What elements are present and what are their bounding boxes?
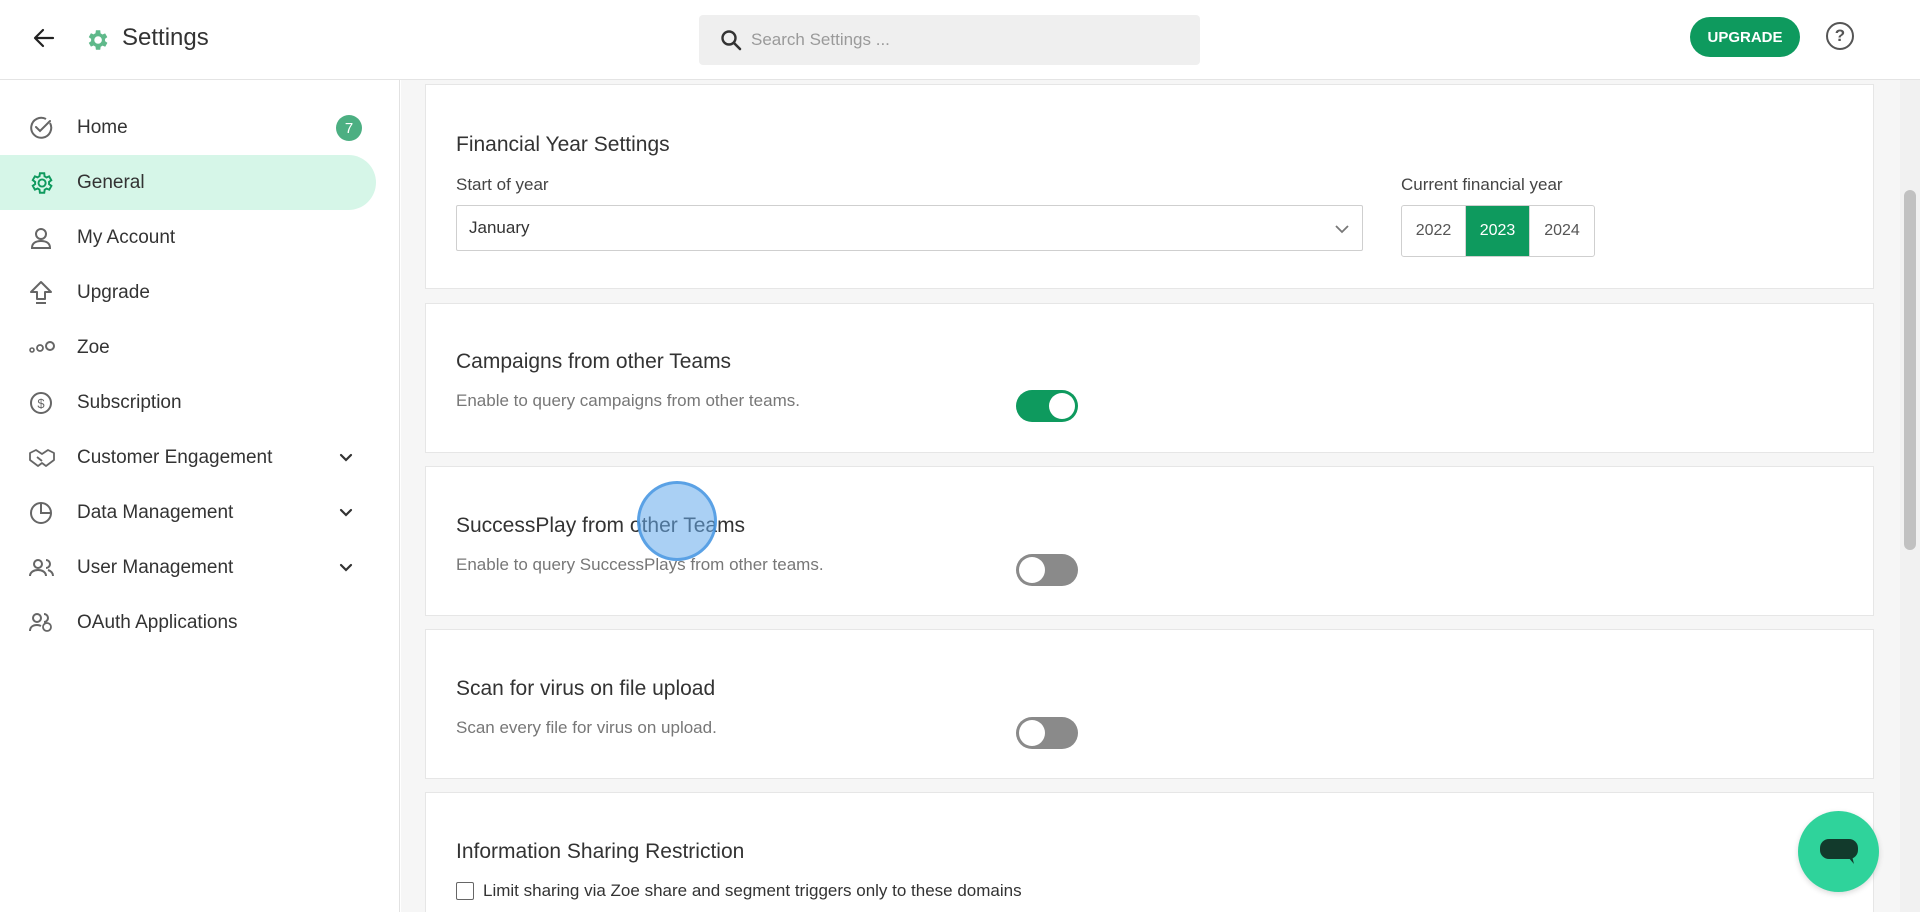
gear-icon [28, 170, 54, 196]
sidebar-item-data-management[interactable]: Data Management [0, 485, 376, 540]
card-description: Enable to query SuccessPlays from other … [456, 555, 824, 574]
chat-button[interactable] [1798, 811, 1879, 892]
toggle-knob [1049, 393, 1075, 419]
sidebar-item-upgrade[interactable]: Upgrade [0, 265, 376, 320]
person-icon [28, 225, 54, 251]
sidebar-item-user-management[interactable]: User Management [0, 540, 376, 595]
sidebar-item-label: Subscription [77, 391, 182, 413]
sidebar-item-label: General [77, 171, 145, 193]
card-title: Information Sharing Restriction [456, 840, 745, 863]
oauth-users-icon [28, 610, 54, 636]
search-bar[interactable] [699, 15, 1200, 65]
card-description: Scan every file for virus on upload. [456, 718, 717, 737]
chevron-down-icon[interactable] [336, 558, 356, 578]
top-header: Settings UPGRADE ? [0, 0, 1920, 80]
card-description: Enable to query campaigns from other tea… [456, 391, 800, 410]
checkbox-label: Limit sharing via Zoe share and segment … [483, 881, 1022, 900]
help-icon[interactable]: ? [1826, 22, 1854, 50]
sidebar-item-label: Data Management [77, 501, 234, 523]
search-input[interactable] [751, 15, 1181, 65]
check-circle-icon [28, 115, 54, 141]
chat-bubble-icon [1819, 838, 1858, 864]
scrollbar-thumb[interactable] [1904, 190, 1916, 550]
handshake-icon [28, 445, 55, 471]
successplay-toggle[interactable] [1016, 554, 1078, 586]
campaigns-card: Campaigns from other Teams Enable to que… [425, 303, 1874, 453]
sidebar-item-oauth-applications[interactable]: OAuth Applications [0, 595, 376, 650]
upgrade-button[interactable]: UPGRADE [1690, 17, 1800, 57]
year-option-2023[interactable]: 2023 [1466, 206, 1530, 256]
toggle-knob [1019, 720, 1045, 746]
sidebar-item-customer-engagement[interactable]: Customer Engagement [0, 430, 376, 485]
chevron-down-icon[interactable] [336, 503, 356, 523]
chevron-down-icon [1332, 219, 1352, 239]
chevron-down-icon[interactable] [336, 448, 356, 468]
click-indicator [637, 481, 717, 561]
card-title: Campaigns from other Teams [456, 350, 732, 373]
sidebar-item-label: Customer Engagement [77, 446, 273, 468]
back-arrow-icon[interactable] [28, 22, 60, 54]
settings-gear-icon [84, 27, 110, 53]
limit-sharing-checkbox[interactable] [456, 882, 474, 900]
scrollbar[interactable] [1900, 80, 1920, 912]
sidebar-item-zoe[interactable]: Zoe [0, 320, 376, 375]
sidebar-item-label: Zoe [77, 336, 110, 358]
financial-year-card: Financial Year Settings Start of year Ja… [425, 84, 1874, 289]
card-title: Scan for virus on file upload [456, 677, 716, 700]
start-of-year-select[interactable]: January [456, 205, 1363, 251]
sidebar-item-label: User Management [77, 556, 234, 578]
upgrade-arrow-icon [28, 280, 54, 306]
current-year-label: Current financial year [1401, 175, 1563, 194]
campaigns-toggle[interactable] [1016, 390, 1078, 422]
sidebar-item-label: OAuth Applications [77, 611, 238, 633]
select-value: January [469, 218, 530, 237]
main-content: Financial Year Settings Start of year Ja… [401, 80, 1900, 912]
svg-text:$: $ [37, 396, 45, 411]
year-selector: 2022 2023 2024 [1401, 205, 1595, 257]
start-of-year-label: Start of year [456, 175, 549, 194]
sidebar-item-label: Home [77, 116, 128, 138]
notification-badge: 7 [336, 115, 362, 141]
sidebar: Home 7 General My Account Upgrade Zoe $ … [0, 80, 400, 912]
page-title: Settings [122, 24, 209, 51]
users-icon [28, 555, 54, 581]
sidebar-item-my-account[interactable]: My Account [0, 210, 376, 265]
toggle-knob [1019, 557, 1045, 583]
year-option-2024[interactable]: 2024 [1530, 206, 1594, 256]
sidebar-item-general[interactable]: General [0, 155, 376, 210]
pie-chart-icon [28, 500, 54, 526]
zoe-dots-icon [28, 335, 55, 361]
virus-scan-card: Scan for virus on file upload Scan every… [425, 629, 1874, 779]
year-option-2022[interactable]: 2022 [1402, 206, 1466, 256]
virus-scan-toggle[interactable] [1016, 717, 1078, 749]
sidebar-item-home[interactable]: Home 7 [0, 100, 376, 155]
sidebar-item-label: Upgrade [77, 281, 150, 303]
sidebar-item-label: My Account [77, 226, 176, 248]
info-sharing-card: Information Sharing Restriction Limit sh… [425, 792, 1874, 912]
dollar-circle-icon: $ [28, 390, 54, 416]
sidebar-item-subscription[interactable]: $ Subscription [0, 375, 376, 430]
card-title: Financial Year Settings [456, 133, 670, 156]
search-icon [719, 28, 743, 52]
